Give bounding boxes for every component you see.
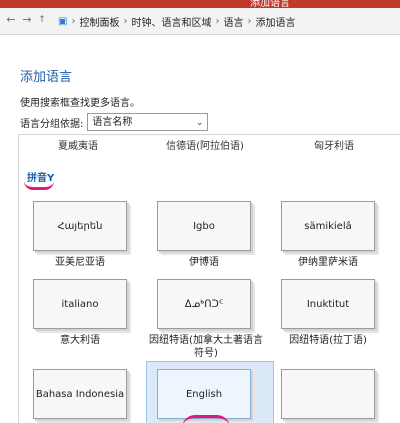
- breadcrumb-item-control-panel[interactable]: 控制面板: [79, 14, 119, 29]
- language-caption[interactable]: 夏威夷语: [33, 137, 123, 152]
- group-by-select[interactable]: 语言名称 ⌄: [87, 113, 209, 131]
- breadcrumb-separator: ›: [215, 15, 220, 27]
- breadcrumb-item-language[interactable]: 语言: [223, 14, 243, 29]
- language-tile[interactable]: Bahasa Indonesia: [33, 369, 127, 419]
- breadcrumb-item-add-language[interactable]: 添加语言: [255, 14, 295, 29]
- language-tile[interactable]: [281, 369, 375, 419]
- language-tile[interactable]: Inuktitut: [281, 279, 375, 329]
- search-hint: 使用搜索框查找更多语言。: [20, 98, 140, 109]
- title-bar: 添加语言: [0, 0, 400, 9]
- language-tile-selected[interactable]: English: [157, 369, 251, 419]
- language-caption: 意大利语: [60, 335, 100, 346]
- language-caption: 伊博语: [189, 257, 219, 268]
- language-grid: 夏威夷语 信德语(阿拉伯语) 匈牙利语 拼音Y Հայերեն Igbo säm…: [18, 134, 400, 423]
- language-caption[interactable]: 匈牙利语: [289, 137, 379, 152]
- breadcrumb-separator: ›: [123, 15, 128, 27]
- language-tile[interactable]: Հայերեն: [33, 201, 127, 251]
- language-caption: 亚美尼亚语: [55, 257, 105, 268]
- chevron-down-icon: ⌄: [195, 118, 204, 128]
- page-title: 添加语言: [20, 70, 73, 85]
- up-arrow-icon[interactable]: ↑: [35, 13, 49, 27]
- language-tile[interactable]: sämikielâ: [281, 201, 375, 251]
- forward-arrow-icon[interactable]: →: [20, 13, 34, 27]
- language-tile[interactable]: italiano: [33, 279, 127, 329]
- breadcrumb-item-clock-region[interactable]: 时钟、语言和区域: [131, 14, 211, 29]
- language-caption: 因纽特语(拉丁语): [289, 335, 367, 346]
- breadcrumb-separator: ›: [71, 15, 76, 27]
- group-by-label: 语言分组依据:: [20, 118, 84, 130]
- control-panel-icon: ▣: [58, 15, 68, 27]
- group-by-value: 语言名称: [92, 117, 133, 128]
- language-caption: 因纽特语(加拿大土著语言符号): [149, 335, 263, 359]
- address-bar: ← → ↑ ▣ › 控制面板 › 时钟、语言和区域 › 语言 › 添加语言: [0, 8, 400, 35]
- back-arrow-icon[interactable]: ←: [4, 13, 18, 27]
- group-by-row: 语言分组依据: 语言名称 ⌄: [20, 113, 209, 131]
- language-caption: 伊纳里萨米语: [298, 257, 358, 268]
- language-tile[interactable]: ᐃᓄᒃᑎᑐᑦ: [157, 279, 251, 329]
- language-caption[interactable]: 信德语(阿拉伯语): [145, 137, 265, 152]
- annotation-underline: [24, 181, 54, 190]
- breadcrumb: ▣ › 控制面板 › 时钟、语言和区域 › 语言 › 添加语言: [58, 13, 295, 29]
- breadcrumb-separator: ›: [247, 15, 252, 27]
- language-tile[interactable]: Igbo: [157, 201, 251, 251]
